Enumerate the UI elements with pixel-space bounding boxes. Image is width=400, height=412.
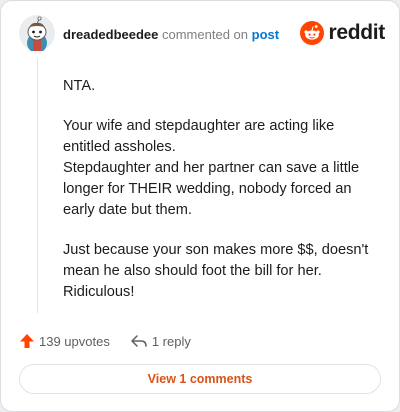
avatar[interactable] [19,15,55,51]
upvote-button[interactable]: 139 upvotes [19,333,110,349]
upvote-count: 139 upvotes [39,333,110,349]
comment-paragraph: Just because your son makes more $$, doe… [63,242,369,300]
author-name[interactable]: dreadedbeedee [63,27,158,42]
comment-card: dreadedbeedee commented on post reddit N… [0,0,400,412]
reddit-snoo-icon [300,21,325,45]
reply-count: 1 reply [151,333,191,349]
author-line: dreadedbeedee commented on post [63,27,279,43]
reddit-brand[interactable]: reddit [300,19,385,47]
comment-paragraph: Your wife and stepdaughter are acting li… [63,118,360,218]
comment-header: dreadedbeedee commented on post reddit [19,15,385,51]
reply-arrow-icon [131,335,147,347]
thread-line [37,59,38,313]
view-comments-button[interactable]: View 1 comments [19,364,381,394]
upvote-arrow-icon [20,334,34,348]
comment-body: NTA. Your wife and stepdaughter are acti… [63,76,381,322]
commented-on-text: commented on [162,27,248,42]
comment-actions: 139 upvotes 1 reply [19,331,211,351]
reply-button[interactable]: 1 reply [130,333,191,349]
reddit-wordmark: reddit [328,21,385,44]
comment-paragraph: NTA. [63,78,96,94]
post-link[interactable]: post [252,27,279,42]
